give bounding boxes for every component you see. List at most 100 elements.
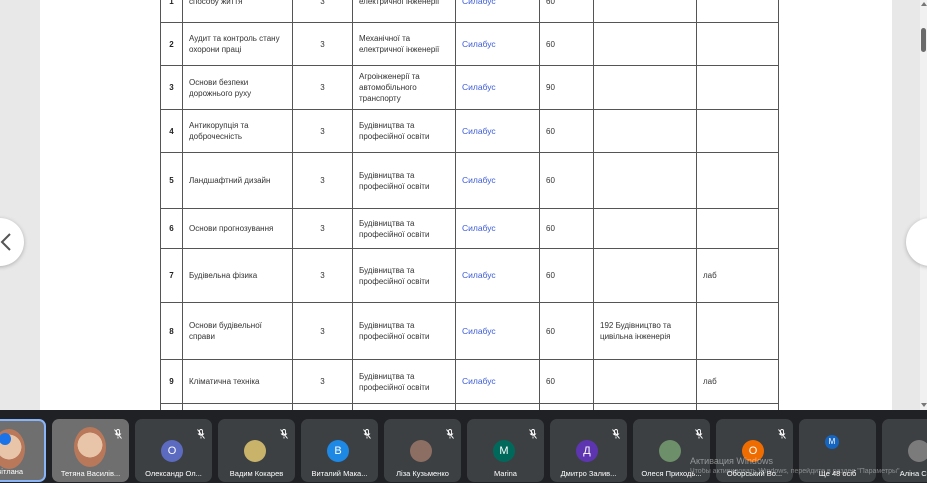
hours-cell: 60 — [539, 0, 594, 23]
participant-tile[interactable]: Тетяна Василів... — [52, 419, 129, 482]
note-cell: лаб — [696, 248, 779, 303]
row-number: 3 — [160, 65, 183, 110]
credits-cell: 3 — [292, 359, 353, 404]
table-row: 5 Ландшафтний дизайн 3 Будівництва та проф… — [160, 152, 779, 209]
mic-off-icon — [280, 426, 288, 444]
syllabus-link[interactable]: Силабус — [455, 302, 540, 360]
syllabus-link[interactable]: Силабус — [455, 22, 540, 66]
specialty-cell — [593, 22, 697, 66]
department-cell: Механічної та електричної інженерії — [352, 22, 456, 66]
participant-name: Вадим Кокарев — [229, 469, 284, 478]
avatar: M — [493, 440, 515, 462]
participant-name: Олександр Ол... — [145, 469, 202, 478]
specialty-cell — [593, 152, 697, 209]
hours-cell: 60 — [539, 22, 594, 66]
table-row: 2 Аудит та контроль стану охорони праці 3 М… — [160, 22, 779, 66]
note-cell — [696, 22, 779, 66]
avatar: В — [327, 440, 349, 462]
syllabus-link[interactable]: Силабус — [455, 208, 540, 249]
participant-name: Виталий Мака... — [311, 469, 368, 478]
row-number: 1 — [160, 0, 183, 23]
table-row: 9 Кліматична техніка 3 Будівництва та профе… — [160, 359, 779, 404]
department-cell: електричної інженерії — [352, 0, 456, 23]
row-number: 8 — [160, 302, 183, 360]
avatar: О — [161, 440, 183, 462]
row-number: 2 — [160, 22, 183, 66]
participant-tile[interactable]: Світлана — [0, 419, 46, 482]
participant-tile[interactable]: Вадим Кокарев — [218, 419, 295, 482]
participant-tile[interactable]: Ліза Кузьменко — [384, 419, 461, 482]
note-cell: лаб — [696, 359, 779, 404]
scroll-down-arrow-icon[interactable] — [921, 403, 927, 407]
department-cell: Будівництва та професійної освіти — [352, 359, 456, 404]
credits-cell: 3 — [292, 65, 353, 110]
shared-document-view: 1 способу життя 3 електричної інженерії Сила… — [0, 0, 927, 410]
scroll-up-arrow-icon[interactable] — [921, 2, 927, 6]
avatar — [659, 440, 681, 462]
table-row: 6 Основи прогнозування 3 Будівництва та про… — [160, 208, 779, 249]
mic-off-icon — [363, 426, 371, 444]
participant-name: Світлана — [0, 467, 24, 476]
mic-off-icon — [778, 426, 786, 444]
table-row: 7 Будівельна фізика 3 Будівництва та профес… — [160, 248, 779, 303]
scrollbar-track[interactable] — [920, 0, 927, 410]
subject-cell: Основи безпеки дорожнього руху — [182, 65, 293, 110]
hours-cell: 60 — [539, 152, 594, 209]
credits-cell: 3 — [292, 0, 353, 23]
windows-activation-title: Активация Windows — [690, 456, 773, 466]
subject-cell: Будівельна фізика — [182, 248, 293, 303]
table-row: 3 Основи безпеки дорожнього руху 3 Агроінже… — [160, 65, 779, 110]
credits-cell: 3 — [292, 109, 353, 153]
hours-cell: 60 — [539, 359, 594, 404]
syllabus-link[interactable]: Силабус — [455, 109, 540, 153]
subject-cell: Основи прогнозування — [182, 208, 293, 249]
subject-cell: Антикорупція та доброчесність — [182, 109, 293, 153]
windows-activation-subtitle: Чтобы активировать Windows, перейдите в … — [690, 468, 902, 475]
participant-name: Ліза Кузьменко — [396, 469, 449, 478]
syllabus-link[interactable]: Силабус — [455, 0, 540, 23]
participant-name: Дмитро Залив... — [560, 469, 617, 478]
mic-off-icon — [197, 426, 205, 444]
scrollbar-thumb[interactable] — [921, 28, 926, 52]
table-row: 4 Антикорупція та доброчесність 3 Будівниц… — [160, 109, 779, 153]
row-number: 9 — [160, 359, 183, 404]
row-number: 5 — [160, 152, 183, 209]
row-number: 7 — [160, 248, 183, 303]
credits-cell: 3 — [292, 208, 353, 249]
subject-cell: способу життя — [182, 0, 293, 23]
syllabus-link[interactable]: Силабус — [455, 359, 540, 404]
subject-cell: Аудит та контроль стану охорони праці — [182, 22, 293, 66]
participant-tile[interactable]: Д Дмитро Залив... — [550, 419, 627, 482]
participant-tile[interactable]: В Виталий Мака... — [301, 419, 378, 482]
specialty-cell — [593, 109, 697, 153]
syllabus-link[interactable]: Силабус — [455, 248, 540, 303]
subject-cell: Основи будівельної справи — [182, 302, 293, 360]
participant-tile[interactable]: О Олександр Ол... — [135, 419, 212, 482]
participant-name: Marina — [494, 469, 517, 478]
credits-cell: 3 — [292, 302, 353, 360]
mic-off-icon — [695, 426, 703, 444]
credits-cell: 3 — [292, 248, 353, 303]
specialty-cell — [593, 208, 697, 249]
hours-cell: 60 — [539, 208, 594, 249]
avatar — [908, 440, 927, 462]
specialty-cell — [593, 65, 697, 110]
mic-off-icon — [446, 426, 454, 444]
department-cell: Будівництва та професійної освіти — [352, 109, 456, 153]
note-cell — [696, 152, 779, 209]
participant-tile[interactable]: M Marina — [467, 419, 544, 482]
hours-cell: 60 — [539, 302, 594, 360]
mic-off-icon — [529, 426, 537, 444]
note-cell — [696, 208, 779, 249]
mic-off-icon — [612, 426, 620, 444]
chevron-left-icon — [0, 233, 11, 251]
mic-off-icon — [114, 426, 122, 444]
department-cell: Будівництва та професійної освіти — [352, 248, 456, 303]
subject-cell: Ландшафтний дизайн — [182, 152, 293, 209]
department-cell: Будівництва та професійної освіти — [352, 152, 456, 209]
avatar — [410, 440, 432, 462]
subject-cell: Кліматична техніка — [182, 359, 293, 404]
note-cell — [696, 0, 779, 23]
syllabus-link[interactable]: Силабус — [455, 152, 540, 209]
syllabus-link[interactable]: Силабус — [455, 65, 540, 110]
